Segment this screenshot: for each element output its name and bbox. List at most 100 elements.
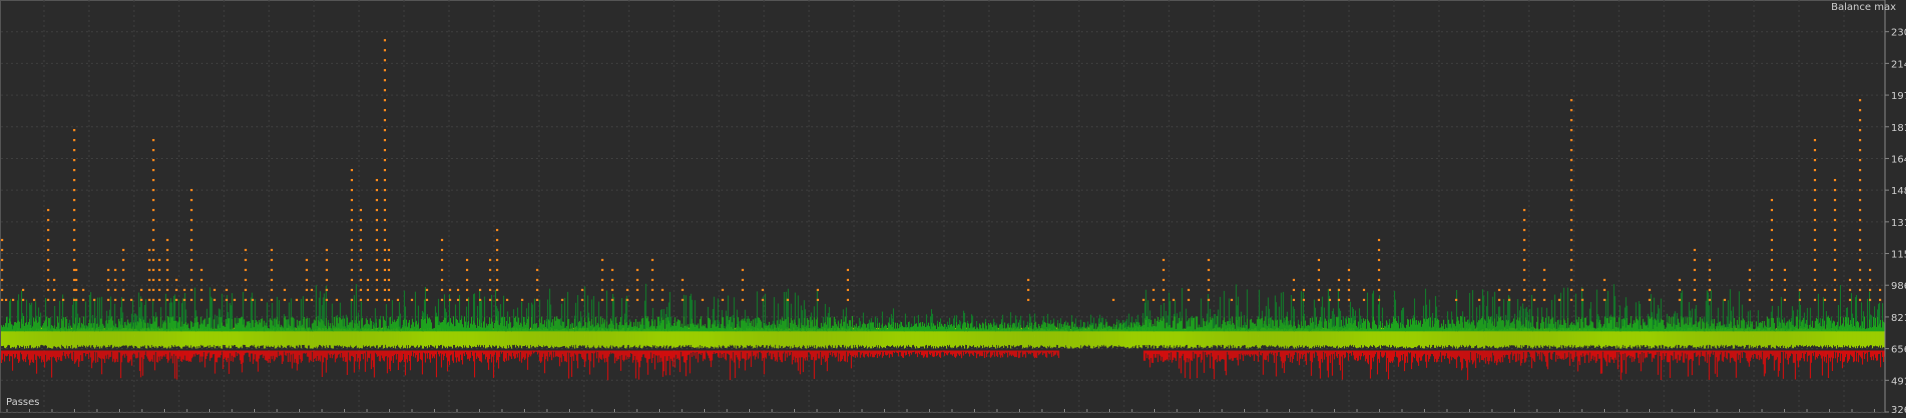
pass-mark-darkgreen xyxy=(737,310,738,324)
pass-mark-red xyxy=(810,351,811,355)
pass-mark-red xyxy=(710,351,711,361)
pass-mark-red xyxy=(1265,351,1266,361)
pass-mark-core xyxy=(526,330,527,347)
pass-mark-red xyxy=(1391,351,1392,362)
pass-mark-green xyxy=(774,323,775,331)
pass-mark-green xyxy=(506,321,507,331)
pass-mark-red xyxy=(147,351,148,359)
pass-mark-green xyxy=(720,328,721,331)
pass-mark-green xyxy=(600,316,601,331)
pass-mark-core xyxy=(1185,329,1186,346)
pass-mark-green xyxy=(402,327,403,331)
pass-mark-darkgreen xyxy=(1275,295,1276,319)
pass-mark-green xyxy=(834,317,835,332)
pass-mark-red xyxy=(1024,351,1025,355)
pass-mark-core xyxy=(978,330,979,347)
pass-mark-core xyxy=(778,331,779,348)
pass-mark-core xyxy=(283,331,284,348)
pass-mark-green xyxy=(852,316,853,331)
pass-mark-red xyxy=(967,351,968,353)
pass-mark-core xyxy=(280,330,281,347)
pass-mark-green xyxy=(333,325,334,331)
pass-mark-red xyxy=(653,351,654,355)
pass-mark-green xyxy=(1062,327,1063,331)
pass-mark-red xyxy=(1307,351,1308,353)
pass-mark-red xyxy=(256,351,257,362)
pass-mark-red xyxy=(449,351,450,366)
pass-mark-green xyxy=(1350,323,1351,332)
pass-mark-green xyxy=(1130,322,1131,331)
pass-mark-core xyxy=(1338,331,1339,348)
pass-mark-green xyxy=(950,325,951,332)
pass-mark-core xyxy=(357,331,358,348)
pass-mark-darkgreen xyxy=(1090,315,1091,325)
pass-mark-green xyxy=(1144,318,1145,331)
pass-mark-darkgreen xyxy=(660,310,661,323)
pass-mark-green xyxy=(1214,328,1215,331)
pass-mark-darkgreen xyxy=(1050,320,1051,325)
pass-mark-core xyxy=(716,331,717,348)
pass-mark-green xyxy=(693,325,694,332)
pass-mark-darkgreen xyxy=(663,309,664,319)
pass-mark-core xyxy=(554,329,555,346)
pass-mark-darkgreen xyxy=(10,299,11,322)
pass-mark-green xyxy=(194,318,195,332)
pass-mark-green xyxy=(61,319,62,332)
pass-mark-green xyxy=(1211,320,1212,332)
pass-mark-red xyxy=(366,351,367,352)
pass-mark-red xyxy=(579,351,580,354)
pass-mark-darkgreen xyxy=(838,320,839,321)
pass-mark-red xyxy=(205,351,206,359)
pass-mark-red xyxy=(1212,351,1213,357)
pass-mark-core xyxy=(683,330,684,347)
pass-mark-core xyxy=(1090,331,1091,348)
pass-mark-red xyxy=(1046,351,1047,358)
pass-mark-green xyxy=(35,318,36,331)
pass-mark-red xyxy=(402,351,403,360)
pass-mark-core xyxy=(1170,330,1171,347)
pass-mark-red xyxy=(513,351,514,357)
pass-mark-green xyxy=(1222,324,1223,331)
pass-mark-green xyxy=(702,325,703,332)
pass-mark-green xyxy=(1360,325,1361,332)
pass-mark-green xyxy=(1351,318,1352,332)
pass-mark-green xyxy=(882,323,883,331)
pass-mark-red xyxy=(1167,351,1168,361)
pass-mark-green xyxy=(1273,320,1274,331)
pass-mark-core xyxy=(680,330,681,347)
pass-mark-green xyxy=(345,326,346,331)
pass-mark-green xyxy=(1101,323,1102,332)
pass-mark-core xyxy=(1318,330,1319,347)
pass-mark-core xyxy=(1130,330,1131,347)
pass-mark-core xyxy=(1423,331,1424,348)
pass-mark-green xyxy=(1482,316,1483,331)
pass-mark-red xyxy=(151,351,152,360)
pass-mark-green xyxy=(1392,324,1393,331)
pass-mark-red xyxy=(470,351,471,358)
pass-mark-red xyxy=(976,351,977,359)
pass-mark-red xyxy=(437,351,438,352)
pass-mark-red xyxy=(570,351,571,357)
pass-mark-red xyxy=(972,351,973,355)
pass-mark-red xyxy=(188,351,189,362)
pass-mark-green xyxy=(8,323,9,331)
pass-mark-core xyxy=(1402,329,1403,346)
pass-mark-core xyxy=(946,331,947,348)
pass-mark-darkgreen xyxy=(1403,307,1404,325)
pass-mark-red xyxy=(44,351,45,368)
pass-mark-green xyxy=(1291,325,1292,332)
pass-mark-core xyxy=(1464,330,1465,347)
pass-mark-red xyxy=(1157,351,1158,363)
pass-mark-red xyxy=(1235,351,1236,358)
pass-mark-core xyxy=(285,330,286,347)
pass-mark-darkgreen xyxy=(963,311,964,323)
pass-mark-darkgreen xyxy=(584,286,585,317)
pass-mark-red xyxy=(977,351,978,355)
pass-mark-green xyxy=(1042,324,1043,331)
pass-mark-green xyxy=(1057,323,1058,331)
pass-mark-green xyxy=(1162,316,1163,331)
pass-mark-green xyxy=(851,327,852,332)
pass-mark-green xyxy=(77,325,78,331)
pass-mark-green xyxy=(966,328,967,331)
pass-mark-red xyxy=(534,351,535,353)
